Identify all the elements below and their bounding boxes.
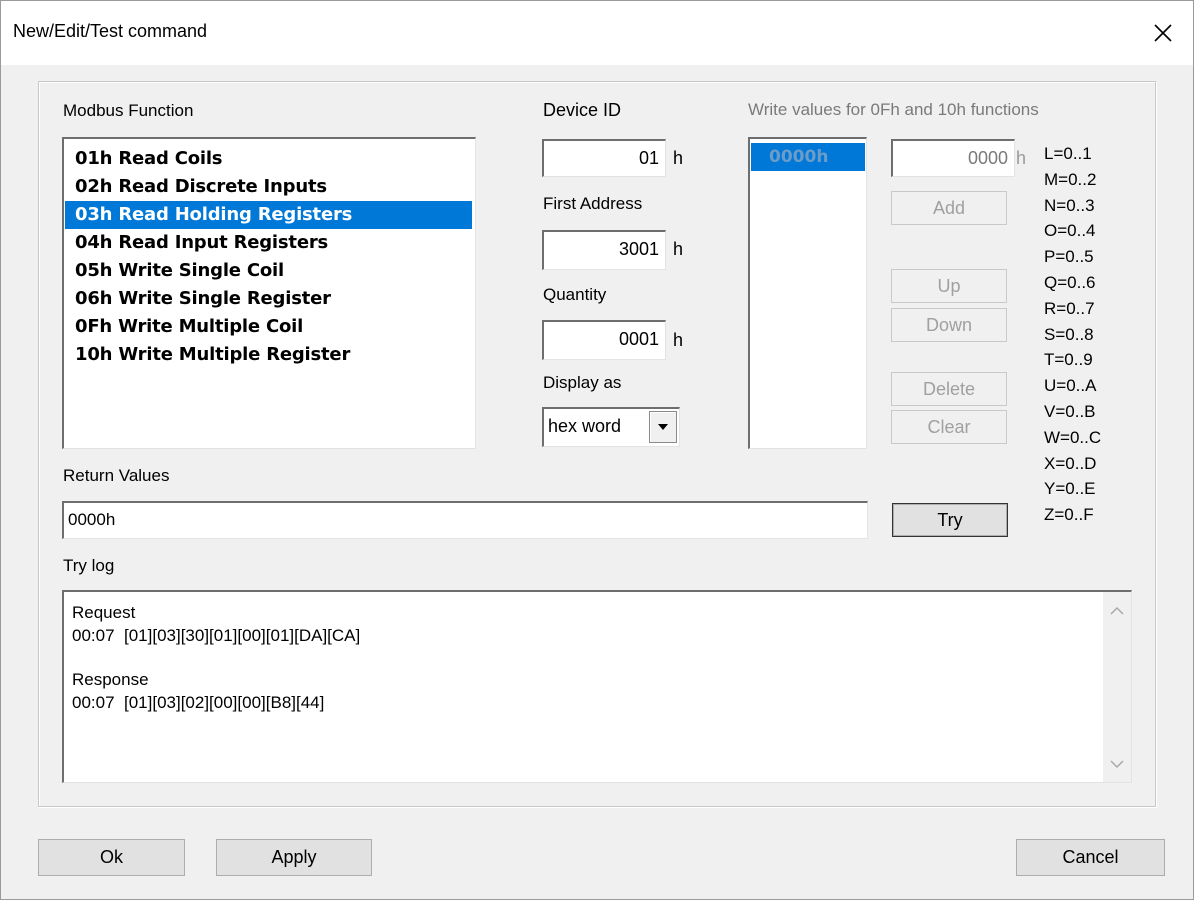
- modbus-function-item[interactable]: 10h Write Multiple Register: [65, 341, 472, 369]
- return-values-field[interactable]: 0000h: [62, 501, 868, 539]
- close-button[interactable]: [1133, 1, 1193, 65]
- modbus-function-item[interactable]: 04h Read Input Registers: [65, 229, 472, 257]
- ok-button[interactable]: Ok: [38, 839, 185, 876]
- legend-entry: T=0..9: [1044, 350, 1093, 370]
- legend-entry: Z=0..F: [1044, 505, 1094, 525]
- legend-entry: R=0..7: [1044, 298, 1095, 318]
- write-value-hex-suffix: h: [1016, 148, 1027, 168]
- legend-entry: L=0..1: [1044, 144, 1092, 163]
- add-button-label: Add: [932, 197, 966, 218]
- try-log-line: 00:07 [01][03][02][00][00][B8][44]: [72, 692, 325, 712]
- scroll-up-button[interactable]: [1103, 596, 1131, 624]
- try-log-area[interactable]: Request 00:07 [01][03][30][01][00][01][DA…: [62, 590, 1132, 783]
- chevron-down-icon: [1110, 760, 1124, 768]
- down-button[interactable]: Down: [891, 308, 1007, 342]
- ok-button-label: Ok: [99, 847, 123, 867]
- try-log-label: Try log: [63, 556, 115, 575]
- close-icon: [1154, 24, 1172, 42]
- quantity-label: Quantity: [543, 285, 607, 304]
- legend-entry: Y=0..E: [1044, 479, 1096, 499]
- legend-entry: O=0..4: [1044, 221, 1096, 241]
- legend-entry: M=0..2: [1044, 169, 1097, 189]
- quantity-input[interactable]: 0001: [542, 320, 666, 360]
- delete-button-label: Delete: [922, 378, 976, 399]
- cancel-button[interactable]: Cancel: [1016, 839, 1165, 876]
- clear-button[interactable]: Clear: [891, 410, 1007, 444]
- try-log-line: Request: [72, 603, 136, 622]
- legend-entry: S=0..8: [1044, 324, 1094, 344]
- quantity-hex-suffix: h: [673, 330, 684, 350]
- title-bar: New/Edit/Test command: [1, 1, 1193, 65]
- delete-button[interactable]: Delete: [891, 372, 1007, 406]
- modbus-function-item[interactable]: 01h Read Coils: [65, 145, 472, 173]
- add-button[interactable]: Add: [891, 191, 1007, 225]
- scroll-down-button[interactable]: [1103, 750, 1131, 778]
- device-id-input[interactable]: 01: [542, 139, 666, 177]
- value-range-legend: L=0..1 M=0..2 N=0..3 O=0..4 P=0..5 Q=0..6 R=0.…: [1044, 141, 1101, 528]
- window-title: New/Edit/Test command: [13, 21, 208, 41]
- try-log-line: [72, 647, 1131, 669]
- dialog-window: New/Edit/Test command Modbus Function 01…: [0, 0, 1194, 900]
- up-button-label: Up: [937, 275, 961, 296]
- device-id-label: Device ID: [543, 100, 622, 120]
- write-values-list[interactable]: 0000h: [748, 137, 867, 449]
- try-log-line: 00:07 [01][03][30][01][00][01][DA][CA]: [72, 625, 361, 645]
- first-address-label: First Address: [543, 194, 643, 213]
- modbus-function-item[interactable]: 02h Read Discrete Inputs: [65, 173, 472, 201]
- try-button[interactable]: Try: [892, 503, 1008, 537]
- apply-button[interactable]: Apply: [216, 839, 372, 876]
- dropdown-arrow-button[interactable]: [649, 411, 677, 443]
- device-id-hex-suffix: h: [673, 148, 684, 168]
- chevron-down-icon: [658, 424, 668, 430]
- try-log-scrollbar[interactable]: [1103, 592, 1131, 782]
- try-log-line: Response: [72, 670, 149, 689]
- cancel-button-label: Cancel: [1062, 847, 1119, 867]
- modbus-function-item[interactable]: 06h Write Single Register: [65, 285, 472, 313]
- down-button-label: Down: [925, 314, 973, 335]
- write-value-input[interactable]: 0000: [891, 139, 1015, 177]
- modbus-function-item[interactable]: 05h Write Single Coil: [65, 257, 472, 285]
- display-as-label: Display as: [543, 373, 622, 392]
- modbus-function-item[interactable]: 0Fh Write Multiple Coil: [65, 313, 472, 341]
- legend-entry: V=0..B: [1044, 401, 1096, 421]
- display-as-select[interactable]: hex word: [542, 407, 680, 447]
- legend-entry: P=0..5: [1044, 247, 1094, 267]
- legend-entry: W=0..C: [1044, 427, 1102, 447]
- modbus-function-list[interactable]: 01h Read Coils 02h Read Discrete Inputs 03…: [62, 137, 476, 449]
- legend-entry: X=0..D: [1044, 453, 1097, 473]
- apply-button-label: Apply: [271, 847, 317, 867]
- clear-button-label: Clear: [927, 416, 971, 437]
- legend-entry: U=0..A: [1044, 376, 1097, 396]
- write-value-item[interactable]: 0000h: [751, 143, 865, 171]
- first-address-hex-suffix: h: [673, 239, 684, 259]
- display-as-value: hex word: [548, 416, 622, 436]
- write-values-label: Write values for 0Fh and 10h functions: [748, 100, 1039, 119]
- legend-entry: N=0..3: [1044, 195, 1095, 215]
- modbus-function-item[interactable]: 03h Read Holding Registers: [65, 201, 472, 229]
- legend-entry: Q=0..6: [1044, 272, 1096, 292]
- try-button-label: Try: [937, 509, 963, 530]
- return-values-label: Return Values: [63, 466, 170, 485]
- try-log-content: Request 00:07 [01][03][30][01][00][01][DA…: [72, 602, 1131, 714]
- first-address-input[interactable]: 3001: [542, 230, 666, 270]
- modbus-function-label: Modbus Function: [63, 101, 194, 120]
- up-button[interactable]: Up: [891, 269, 1007, 303]
- chevron-up-icon: [1110, 606, 1124, 614]
